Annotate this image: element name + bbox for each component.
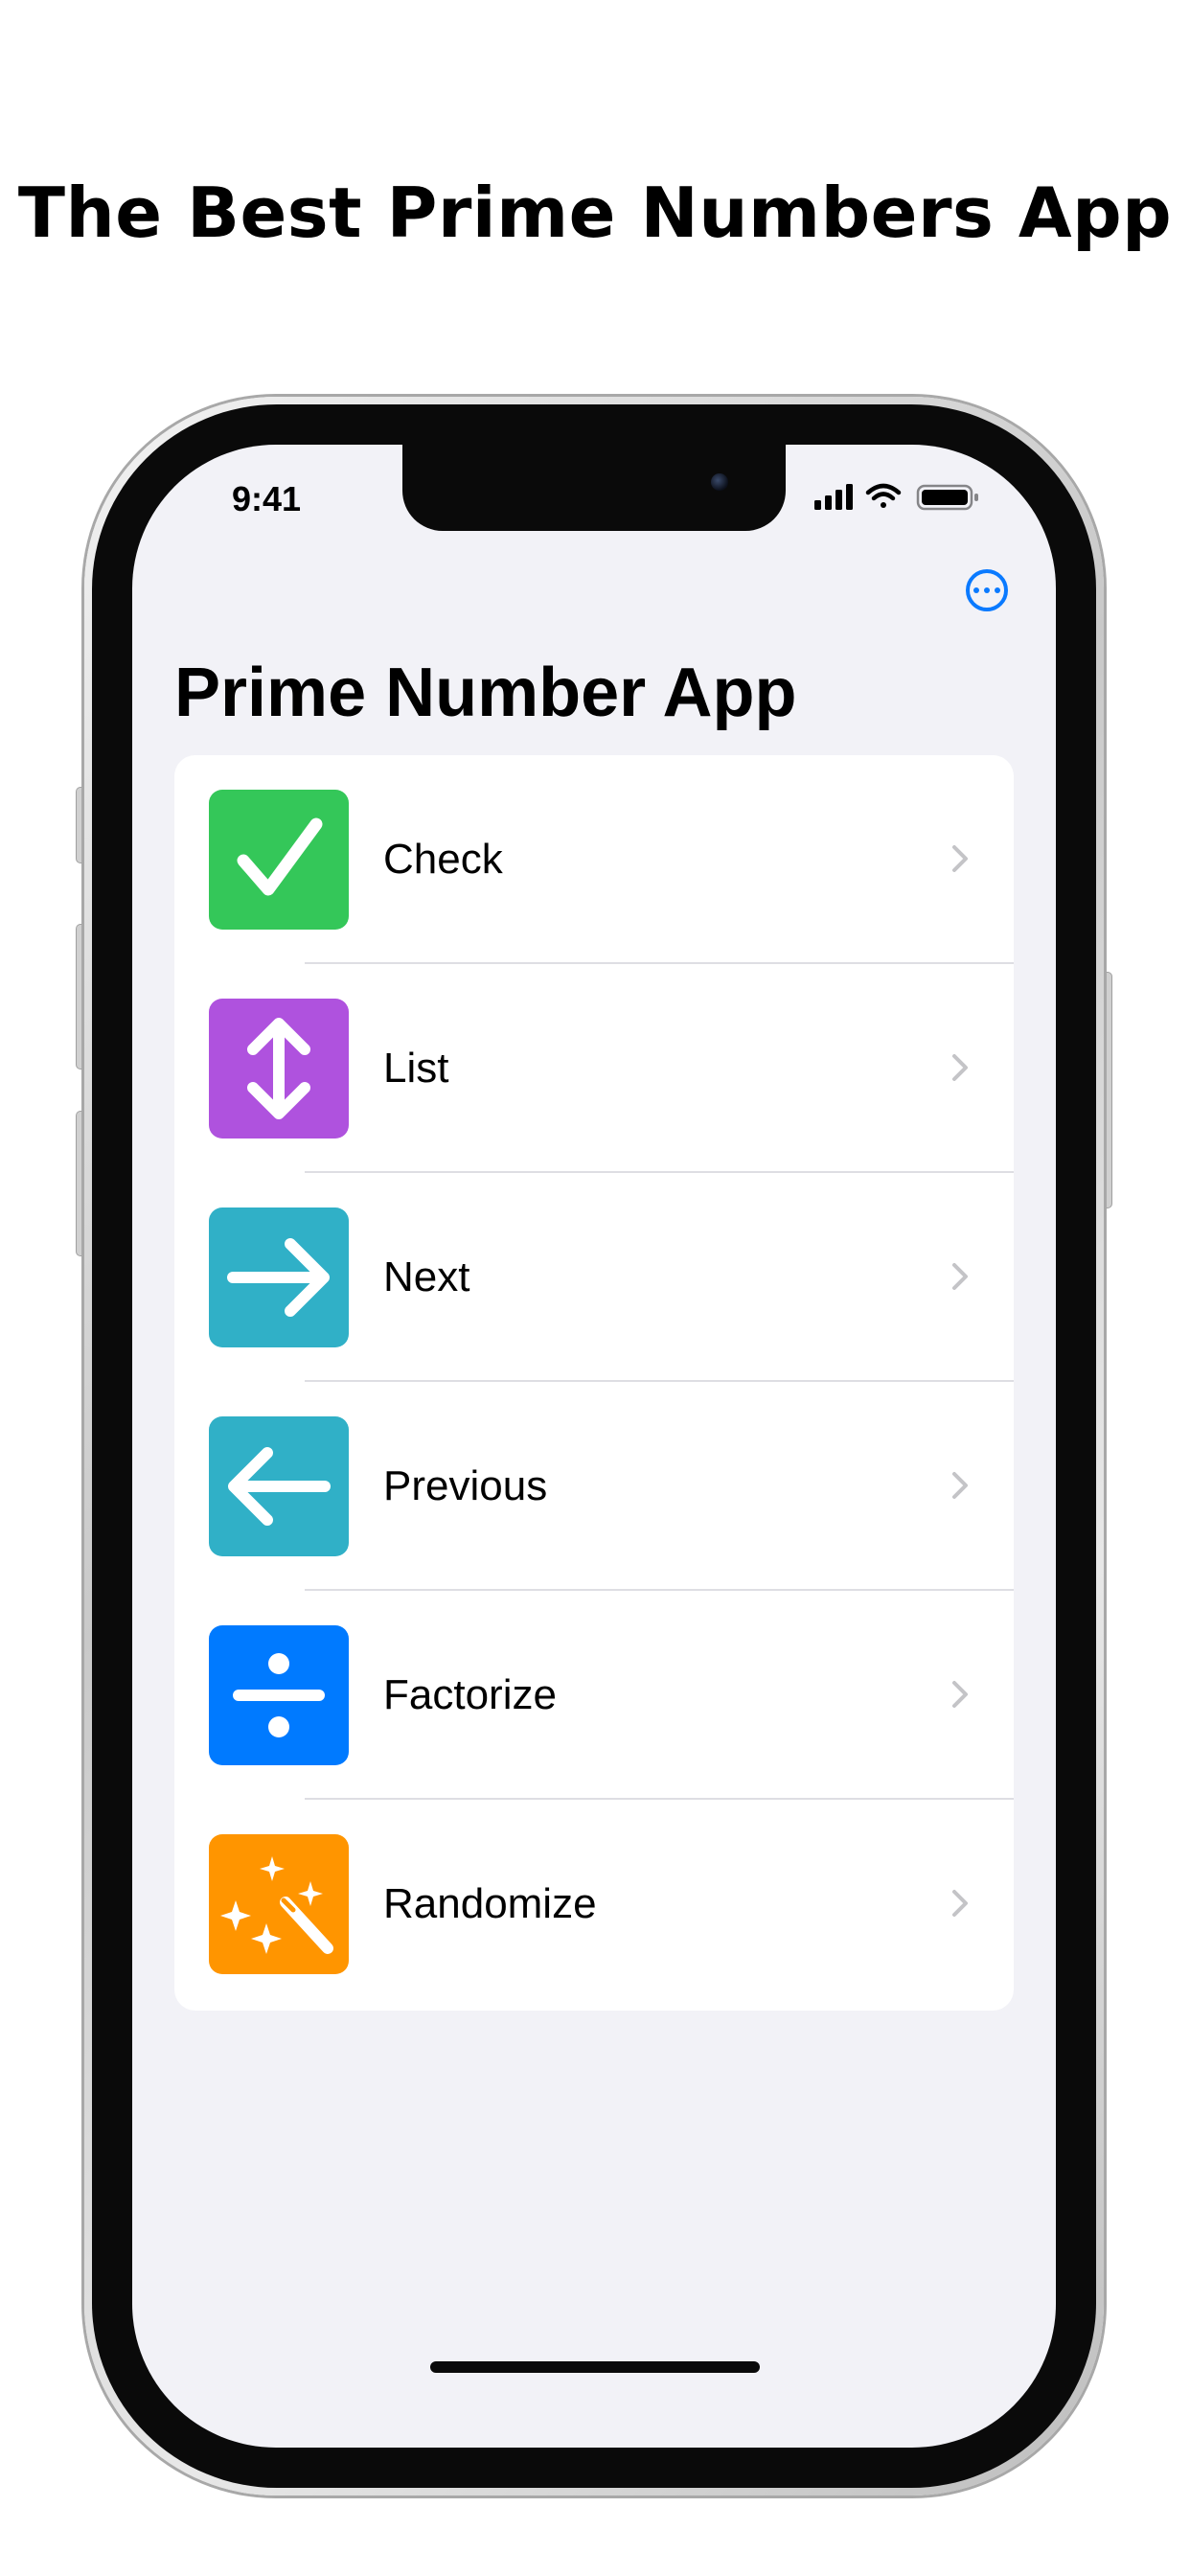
arrow-left-icon (228, 1447, 331, 1526)
camera-icon (711, 473, 728, 491)
arrow-up-down-icon (247, 1018, 310, 1119)
menu-list: Check List Next Previous Factorize Rando… (174, 755, 1014, 2011)
cellular-signal-icon (814, 484, 853, 510)
chevron-right-icon (952, 1054, 968, 1081)
divide-icon (233, 1653, 325, 1737)
status-time: 9:41 (232, 479, 302, 518)
checkmark-icon (237, 817, 323, 896)
icon-tile-previous (209, 1416, 349, 1556)
menu-item-factorize[interactable]: Factorize (174, 1591, 1014, 1800)
notch (402, 445, 786, 531)
chevron-right-icon (952, 1681, 968, 1708)
icon-tile-factorize (209, 1625, 349, 1765)
more-options-button[interactable] (966, 569, 1008, 611)
icon-tile-next (209, 1208, 349, 1347)
arrow-right-icon (227, 1238, 330, 1317)
wifi-icon (865, 483, 902, 508)
chevron-right-icon (952, 845, 968, 872)
ellipsis-circle-icon (973, 587, 979, 593)
menu-item-next[interactable]: Next (174, 1173, 1014, 1382)
menu-item-previous[interactable]: Previous (174, 1382, 1014, 1591)
menu-item-check[interactable]: Check (174, 755, 1014, 964)
icon-tile-check (209, 790, 349, 930)
menu-item-randomize[interactable]: Randomize (174, 1800, 1014, 2009)
battery-icon (916, 484, 978, 511)
menu-item-list[interactable]: List (174, 964, 1014, 1173)
menu-item-label: Next (383, 1254, 470, 1300)
menu-item-label: List (383, 1045, 449, 1092)
magic-wand-icon (220, 1856, 333, 1954)
menu-item-label: Factorize (383, 1671, 557, 1718)
home-indicator[interactable] (430, 2361, 760, 2373)
phone-screen: 9:41 Prime Number App Check List Next Pr… (132, 445, 1056, 2448)
icon-tile-randomize (209, 1834, 349, 1974)
chevron-right-icon (952, 1472, 968, 1499)
menu-item-label: Check (383, 836, 503, 883)
menu-item-label: Randomize (383, 1880, 597, 1927)
marketing-headline: The Best Prime Numbers App (17, 172, 1173, 253)
chevron-right-icon (952, 1890, 968, 1917)
menu-item-label: Previous (383, 1462, 548, 1509)
status-icons (814, 483, 978, 511)
chevron-right-icon (952, 1263, 968, 1290)
icon-tile-list (209, 999, 349, 1138)
page-title: Prime Number App (174, 655, 797, 731)
